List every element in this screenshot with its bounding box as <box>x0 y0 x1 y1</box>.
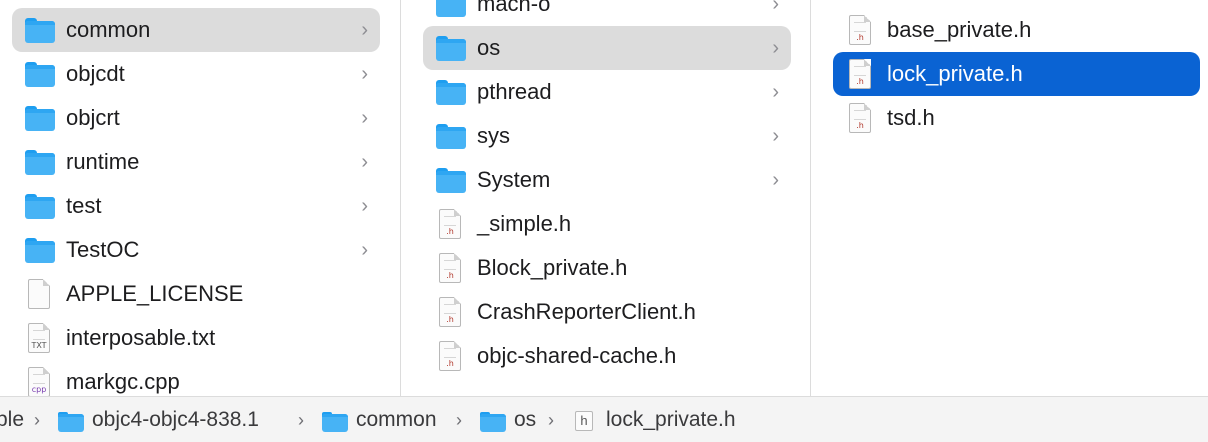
row-label: markgc.cpp <box>66 369 180 394</box>
folder-row-pthread[interactable]: pthread › <box>423 70 791 114</box>
row-label: objcdt <box>66 61 125 86</box>
row-label: common <box>66 17 151 42</box>
column-browser: common › objcdt › objcrt › runtime › tes… <box>0 0 1208 396</box>
path-crumb-os[interactable]: os <box>480 397 544 442</box>
chevron-right-icon: › <box>361 19 368 41</box>
row-label: APPLE_LICENSE <box>66 281 244 306</box>
chevron-right-icon: › <box>361 107 368 129</box>
path-separator-icon: › <box>548 410 554 430</box>
row-label: test <box>66 193 102 218</box>
folder-row-objcdt[interactable]: objcdt › <box>12 52 380 96</box>
folder-icon <box>435 0 467 17</box>
row-label: tsd.h <box>887 105 935 130</box>
row-label: CrashReporterClient.h <box>477 299 696 324</box>
file-row-crashreporterclient-h[interactable]: .h CrashReporterClient.h <box>423 290 791 334</box>
column-1[interactable]: common › objcdt › objcrt › runtime › tes… <box>0 0 401 396</box>
chevron-right-icon: › <box>772 125 779 147</box>
chevron-right-icon: › <box>772 169 779 191</box>
path-separator-icon: › <box>298 410 304 430</box>
folder-icon <box>435 121 467 149</box>
folder-row-test[interactable]: test › <box>12 184 380 228</box>
row-label: System <box>477 167 551 192</box>
folder-icon <box>24 235 56 263</box>
folder-icon <box>58 410 84 432</box>
header-file-icon: .h <box>845 103 877 133</box>
folder-icon <box>435 33 467 61</box>
row-label: TestOC <box>66 237 140 262</box>
path-crumb-objc4[interactable]: objc4-objc4-838.1 <box>58 397 298 442</box>
row-label: os <box>477 35 501 60</box>
row-label: Block_private.h <box>477 255 628 280</box>
file-row-apple-license[interactable]: APPLE_LICENSE <box>12 272 380 316</box>
cpp-file-icon: cpp <box>24 367 56 396</box>
row-label: objcrt <box>66 105 120 130</box>
chevron-right-icon: › <box>361 63 368 85</box>
header-file-icon: .h <box>435 297 467 327</box>
column-2[interactable]: mach-o › os › pthread › sys › System › .… <box>401 0 811 396</box>
row-label: lock_private.h <box>887 61 1023 86</box>
folder-icon <box>24 103 56 131</box>
header-file-icon: .h <box>845 59 877 89</box>
header-file-icon: .h <box>845 15 877 45</box>
folder-icon <box>24 59 56 87</box>
chevron-right-icon: › <box>361 239 368 261</box>
chevron-right-icon: › <box>361 151 368 173</box>
crumb-label: os <box>514 408 537 431</box>
folder-icon <box>435 165 467 193</box>
finder-window: common › objcdt › objcrt › runtime › tes… <box>0 0 1208 442</box>
folder-icon <box>480 410 506 432</box>
file-row-simple-h[interactable]: .h _simple.h <box>423 202 791 246</box>
row-label: mach-o <box>477 0 551 16</box>
folder-row-runtime[interactable]: runtime › <box>12 140 380 184</box>
folder-row-common[interactable]: common › <box>12 8 380 52</box>
path-crumb-lock-private-h[interactable]: h lock_private.h <box>575 397 775 442</box>
header-file-icon: h <box>575 411 593 431</box>
file-row-objc-shared-cache-h[interactable]: .h objc-shared-cache.h <box>423 334 791 378</box>
row-label: pthread <box>477 79 552 104</box>
file-row-base-private-h[interactable]: .h base_private.h <box>833 8 1200 52</box>
row-label: sys <box>477 123 510 148</box>
header-file-icon: .h <box>435 209 467 239</box>
row-label: base_private.h <box>887 17 1032 42</box>
folder-row-mach-o[interactable]: mach-o › <box>423 0 791 26</box>
folder-icon <box>24 147 56 175</box>
file-row-block-private-h[interactable]: .h Block_private.h <box>423 246 791 290</box>
folder-row-objcrt[interactable]: objcrt › <box>12 96 380 140</box>
folder-row-testoc[interactable]: TestOC › <box>12 228 380 272</box>
crumb-label: objc4-objc4-838.1 <box>92 408 259 431</box>
blank-file-icon <box>24 279 56 309</box>
row-label: interposable.txt <box>66 325 216 350</box>
path-separator-icon: › <box>34 410 40 430</box>
crumb-label: ple <box>0 408 25 431</box>
folder-icon <box>24 191 56 219</box>
path-bar: ple › objc4-objc4-838.1 › common › os › … <box>0 396 1208 442</box>
path-crumb-truncated[interactable]: ple <box>0 397 24 442</box>
folder-row-system[interactable]: System › <box>423 158 791 202</box>
row-label: runtime <box>66 149 140 174</box>
column-3[interactable]: .h base_private.h .h lock_private.h .h t… <box>811 0 1208 396</box>
row-label: objc-shared-cache.h <box>477 343 677 368</box>
file-row-markgc[interactable]: cpp markgc.cpp <box>12 360 380 396</box>
row-label: _simple.h <box>477 211 572 236</box>
chevron-right-icon: › <box>772 81 779 103</box>
file-row-interposable[interactable]: TXT interposable.txt <box>12 316 380 360</box>
text-file-icon: TXT <box>24 323 56 353</box>
folder-row-os[interactable]: os › <box>423 26 791 70</box>
crumb-label: lock_private.h <box>606 408 736 431</box>
header-file-icon: .h <box>435 253 467 283</box>
path-crumb-common[interactable]: common <box>322 397 452 442</box>
chevron-right-icon: › <box>772 0 779 15</box>
folder-row-sys[interactable]: sys › <box>423 114 791 158</box>
path-separator-icon: › <box>456 410 462 430</box>
file-row-tsd-h[interactable]: .h tsd.h <box>833 96 1200 140</box>
chevron-right-icon: › <box>361 195 368 217</box>
chevron-right-icon: › <box>772 37 779 59</box>
file-row-lock-private-h[interactable]: .h lock_private.h <box>833 52 1200 96</box>
header-file-icon: .h <box>435 341 467 371</box>
crumb-label: common <box>356 408 437 431</box>
folder-icon <box>24 15 56 43</box>
folder-icon <box>322 410 348 432</box>
folder-icon <box>435 77 467 105</box>
